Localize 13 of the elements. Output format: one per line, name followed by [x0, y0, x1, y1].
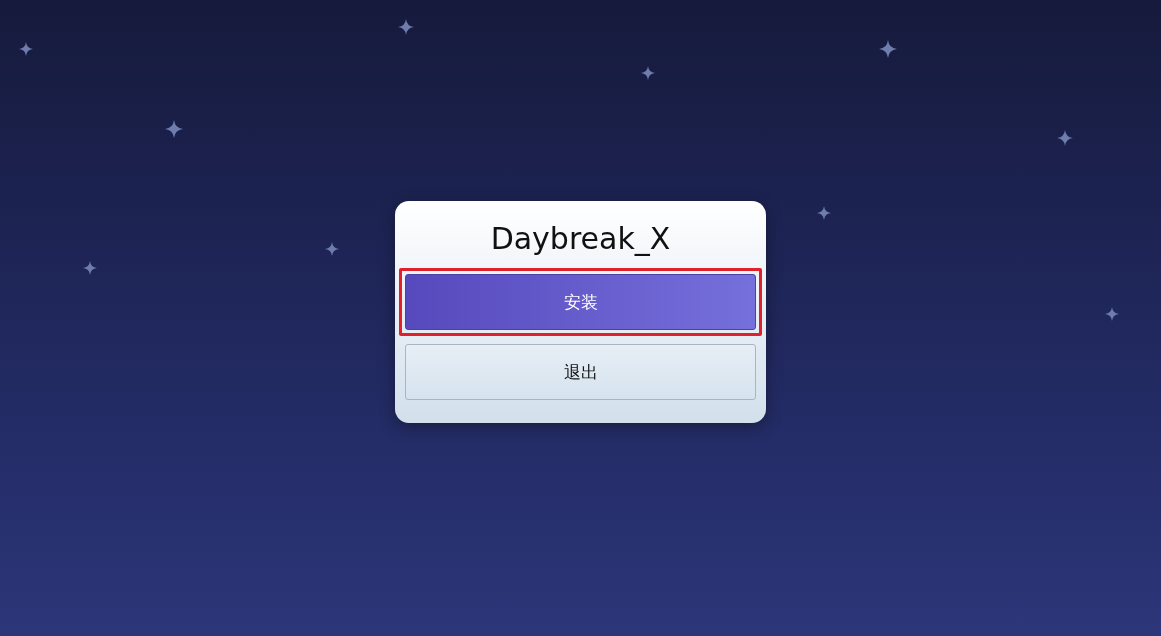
star-icon	[398, 19, 414, 35]
star-icon	[19, 42, 33, 56]
star-icon	[879, 40, 897, 58]
star-icon	[1105, 307, 1119, 321]
star-icon	[641, 66, 655, 80]
dialog-title: Daybreak_X	[489, 221, 672, 256]
star-icon	[165, 120, 183, 138]
star-icon	[1057, 130, 1073, 146]
star-icon	[83, 261, 97, 275]
exit-button[interactable]: 退出	[405, 344, 756, 400]
star-icon	[325, 242, 339, 256]
install-button[interactable]: 安装	[405, 274, 756, 330]
star-icon	[817, 206, 831, 220]
